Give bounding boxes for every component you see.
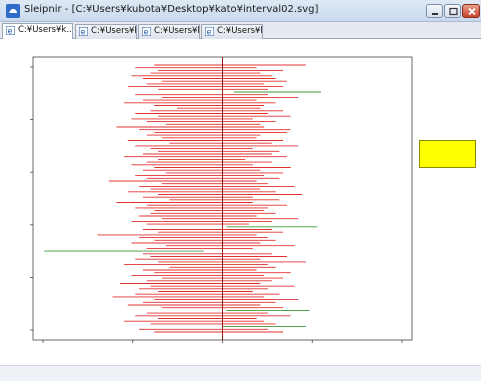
- tab-3[interactable]: e C:¥Users¥k...: [138, 24, 200, 39]
- y-axis-ticks: [30, 66, 33, 331]
- ie-page-icon: e: [205, 27, 214, 36]
- title-bar: Sleipnir - [C:¥Users¥kubota¥Desktop¥kato…: [0, 0, 481, 22]
- svg-text:e: e: [81, 28, 86, 37]
- maximize-icon: [449, 7, 458, 16]
- ie-page-icon: e: [142, 27, 151, 36]
- x-axis-ticks: [42, 340, 403, 343]
- close-icon: [468, 7, 476, 16]
- interval-chart: [30, 56, 413, 343]
- maximize-button[interactable]: [444, 4, 461, 18]
- tab-bar: e C:¥Users¥k... e C:¥Users¥k... e C:¥Use…: [0, 22, 481, 39]
- svg-text:e: e: [8, 27, 13, 36]
- tab-label: C:¥Users¥k...: [18, 25, 73, 35]
- sleipnir-app-icon: [6, 4, 20, 18]
- minimize-icon: [432, 13, 438, 15]
- tab-2[interactable]: e C:¥Users¥k...: [75, 24, 137, 39]
- interval-lines: [44, 64, 321, 333]
- status-bar: [0, 365, 481, 381]
- ie-page-icon: e: [79, 27, 88, 36]
- svg-text:e: e: [144, 28, 149, 37]
- tab-1[interactable]: e C:¥Users¥k...: [2, 23, 73, 39]
- minimize-button[interactable]: [426, 4, 443, 18]
- tab-label: C:¥Users¥k...: [154, 26, 199, 36]
- ie-page-icon: e: [6, 26, 15, 35]
- tab-label: C:¥Users¥k...: [91, 26, 136, 36]
- tab-4[interactable]: e C:¥Users¥k...: [201, 24, 263, 39]
- tab-label: C:¥Users¥k...: [217, 26, 262, 36]
- legend-box: [419, 140, 476, 168]
- window-title: Sleipnir - [C:¥Users¥kubota¥Desktop¥kato…: [24, 4, 319, 15]
- svg-text:e: e: [207, 28, 212, 37]
- svg-viewport[interactable]: [0, 39, 481, 365]
- close-button[interactable]: [462, 4, 480, 18]
